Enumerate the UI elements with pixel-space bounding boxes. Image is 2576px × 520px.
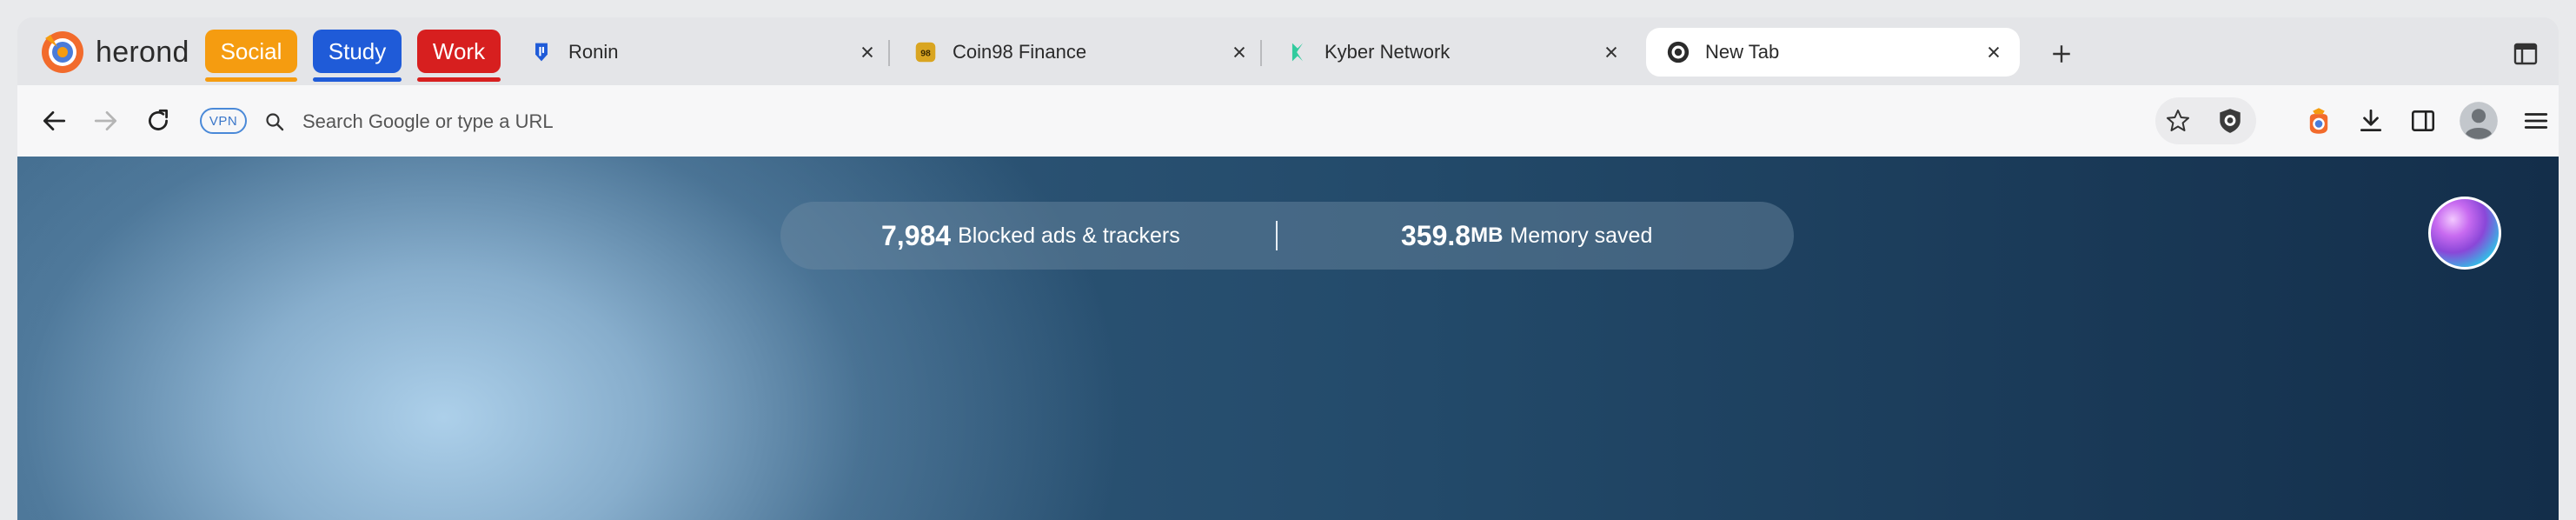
- window-layout-icon: [2513, 43, 2538, 65]
- blocked-label: Blocked ads & trackers: [958, 223, 1180, 248]
- ronin-shield-icon: [528, 39, 554, 65]
- browser-window: herond Social Study Work Ronin 98 Coin98…: [17, 17, 2559, 520]
- tab-kyber-network[interactable]: Kyber Network: [1265, 28, 1637, 77]
- tab-strip: herond Social Study Work Ronin 98 Coin98…: [17, 17, 2559, 85]
- search-icon: [261, 108, 289, 136]
- tab-title: Ronin: [568, 41, 619, 63]
- tab-coin98-finance[interactable]: 98 Coin98 Finance: [893, 28, 1265, 77]
- back-button[interactable]: [33, 100, 75, 142]
- svg-text:98: 98: [920, 49, 931, 58]
- forward-button[interactable]: [85, 100, 127, 142]
- hamburger-menu-icon: [2524, 113, 2548, 129]
- menu-button[interactable]: [2515, 100, 2557, 142]
- new-tab-page: 7,984 Blocked ads & trackers 359.8 MB Me…: [17, 157, 2559, 520]
- tab-title: Kyber Network: [1325, 41, 1451, 63]
- tab-divider: [1260, 40, 1262, 66]
- download-icon: [2360, 109, 2382, 132]
- brand[interactable]: herond: [40, 26, 189, 78]
- profile-button[interactable]: [2458, 100, 2500, 142]
- bookmark-button[interactable]: [2157, 100, 2199, 142]
- tab-group-study[interactable]: Study: [313, 30, 402, 82]
- memory-unit: MB: [1471, 223, 1504, 247]
- tab-new-tab[interactable]: New Tab: [1646, 28, 2020, 77]
- shield-icon: [2220, 109, 2241, 133]
- new-tab-button[interactable]: [2042, 35, 2081, 73]
- vpn-badge[interactable]: VPN: [200, 108, 247, 134]
- reload-icon: [149, 109, 168, 130]
- reload-button[interactable]: [137, 100, 179, 142]
- toolbar: VPN: [17, 85, 2559, 157]
- stats-divider: [1276, 221, 1278, 250]
- tab-title: New Tab: [1705, 41, 1780, 63]
- herond-logo-icon: [42, 31, 83, 73]
- tab-group-label: Social: [220, 37, 282, 64]
- tab-group-label: Study: [328, 37, 387, 64]
- vpn-label: VPN: [209, 113, 238, 129]
- tab-group-label: Work: [432, 37, 486, 64]
- tab-title: Coin98 Finance: [953, 41, 1087, 63]
- brand-name: herond: [96, 35, 189, 69]
- herond-tab-icon: [1665, 39, 1691, 65]
- arrow-right-icon: [94, 111, 117, 130]
- memory-value: 359.8: [1401, 219, 1471, 251]
- memory-label: Memory saved: [1510, 223, 1653, 248]
- coin98-icon: 98: [913, 39, 939, 65]
- tab-group-social[interactable]: Social: [205, 30, 297, 82]
- close-icon[interactable]: [1980, 38, 2008, 66]
- shield-button[interactable]: [2209, 100, 2251, 142]
- avatar-icon: [2460, 102, 2498, 140]
- memory-stat: 359.8 MB Memory saved: [1401, 202, 1652, 270]
- blocked-count: 7,984: [881, 219, 952, 251]
- privacy-stats-panel: 7,984 Blocked ads & trackers 359.8 MB Me…: [780, 202, 1794, 270]
- arrow-left-icon: [43, 111, 66, 130]
- tab-group-work[interactable]: Work: [417, 30, 501, 82]
- extension-button[interactable]: [2298, 100, 2340, 142]
- address-bar-input[interactable]: [301, 103, 1695, 141]
- close-icon[interactable]: [853, 38, 881, 66]
- downloads-button[interactable]: [2350, 100, 2392, 142]
- tab-layout-button[interactable]: [2506, 35, 2545, 73]
- ai-assistant-button[interactable]: [2428, 197, 2501, 270]
- wallet-extension-icon: [2309, 108, 2328, 134]
- blocked-stat: 7,984 Blocked ads & trackers: [881, 202, 1180, 270]
- sidebar-icon: [2411, 110, 2435, 131]
- star-icon: [2167, 110, 2189, 131]
- close-icon[interactable]: [1597, 38, 1625, 66]
- plus-icon: [2053, 45, 2070, 63]
- kyber-icon: [1285, 39, 1311, 65]
- tab-ronin[interactable]: Ronin: [509, 28, 893, 77]
- close-icon[interactable]: [1225, 38, 1253, 66]
- tab-divider: [888, 40, 890, 66]
- sidebar-button[interactable]: [2402, 100, 2444, 142]
